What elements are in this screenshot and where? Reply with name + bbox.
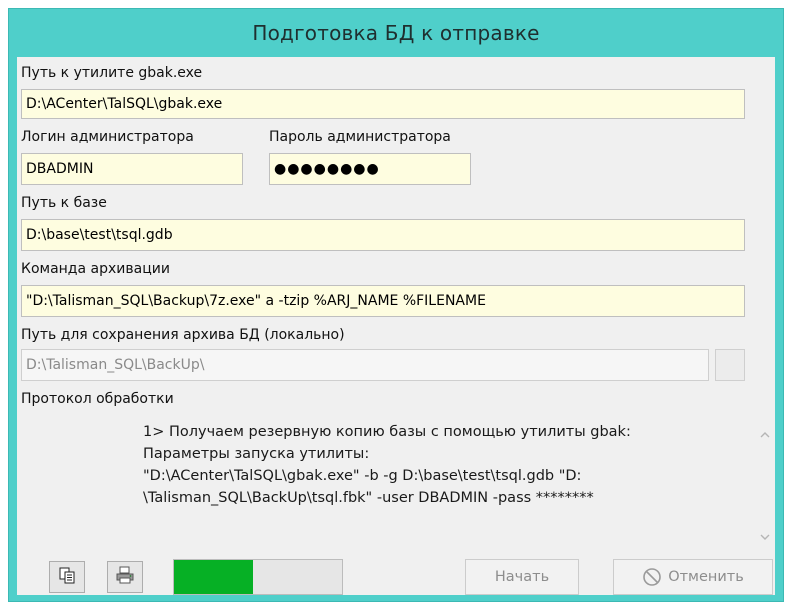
log-panel[interactable]: 1> Получаем резервную копию базы с помощ… bbox=[17, 421, 775, 551]
admin-password-field[interactable]: ●●●●●●●● bbox=[269, 153, 471, 185]
db-path-label: Путь к базе bbox=[21, 195, 107, 211]
admin-password-label: Пароль администратора bbox=[269, 129, 451, 145]
log-scrollbar[interactable] bbox=[755, 421, 775, 551]
dialog-client-area: Путь к утилите gbak.exe D:\ACenter\TalSQ… bbox=[17, 57, 775, 595]
start-button-label: Начать bbox=[494, 569, 550, 585]
dialog-window: Подготовка БД к отправке Путь к утилите … bbox=[8, 8, 784, 602]
cancel-icon bbox=[642, 567, 662, 587]
gbak-path-label: Путь к утилите gbak.exe bbox=[21, 65, 203, 81]
copy-icon bbox=[58, 566, 76, 589]
log-line: 1> Получаем резервную копию базы с помощ… bbox=[143, 424, 631, 440]
admin-login-field[interactable]: DBADMIN bbox=[21, 153, 243, 185]
printer-icon bbox=[115, 566, 135, 589]
start-button[interactable]: Начать bbox=[465, 559, 579, 595]
db-path-field[interactable]: D:\base\test\tsql.gdb bbox=[21, 219, 745, 251]
log-line: "D:\ACenter\TalSQL\gbak.exe" -b -g D:\ba… bbox=[143, 468, 582, 484]
progress-bar bbox=[173, 559, 343, 595]
gbak-path-field[interactable]: D:\ACenter\TalSQL\gbak.exe bbox=[21, 89, 745, 119]
cancel-button-label: Отменить bbox=[668, 569, 744, 585]
scroll-down-icon[interactable] bbox=[759, 531, 771, 543]
log-label: Протокол обработки bbox=[21, 391, 174, 407]
scroll-up-icon[interactable] bbox=[759, 429, 771, 441]
cancel-button[interactable]: Отменить bbox=[613, 559, 773, 595]
log-line: \Talisman_SQL\BackUp\tsql.fbk" -user DBA… bbox=[143, 490, 594, 506]
log-text: 1> Получаем резервную копию базы с помощ… bbox=[143, 421, 733, 509]
archive-command-label: Команда архивации bbox=[21, 261, 170, 277]
archive-command-field[interactable]: "D:\Talisman_SQL\Backup\7z.exe" a -tzip … bbox=[21, 285, 745, 317]
progress-fill bbox=[174, 560, 253, 594]
admin-login-label: Логин администратора bbox=[21, 129, 194, 145]
window-title: Подготовка БД к отправке bbox=[252, 21, 540, 45]
print-log-button[interactable] bbox=[107, 561, 143, 593]
copy-log-button[interactable] bbox=[49, 561, 85, 593]
archive-save-path-field: D:\Talisman_SQL\BackUp\ bbox=[21, 349, 709, 381]
browse-folder-button bbox=[715, 349, 745, 381]
archive-save-path-label: Путь для сохранения архива БД (локально) bbox=[21, 327, 345, 343]
log-line: Параметры запуска утилиты: bbox=[143, 446, 370, 462]
